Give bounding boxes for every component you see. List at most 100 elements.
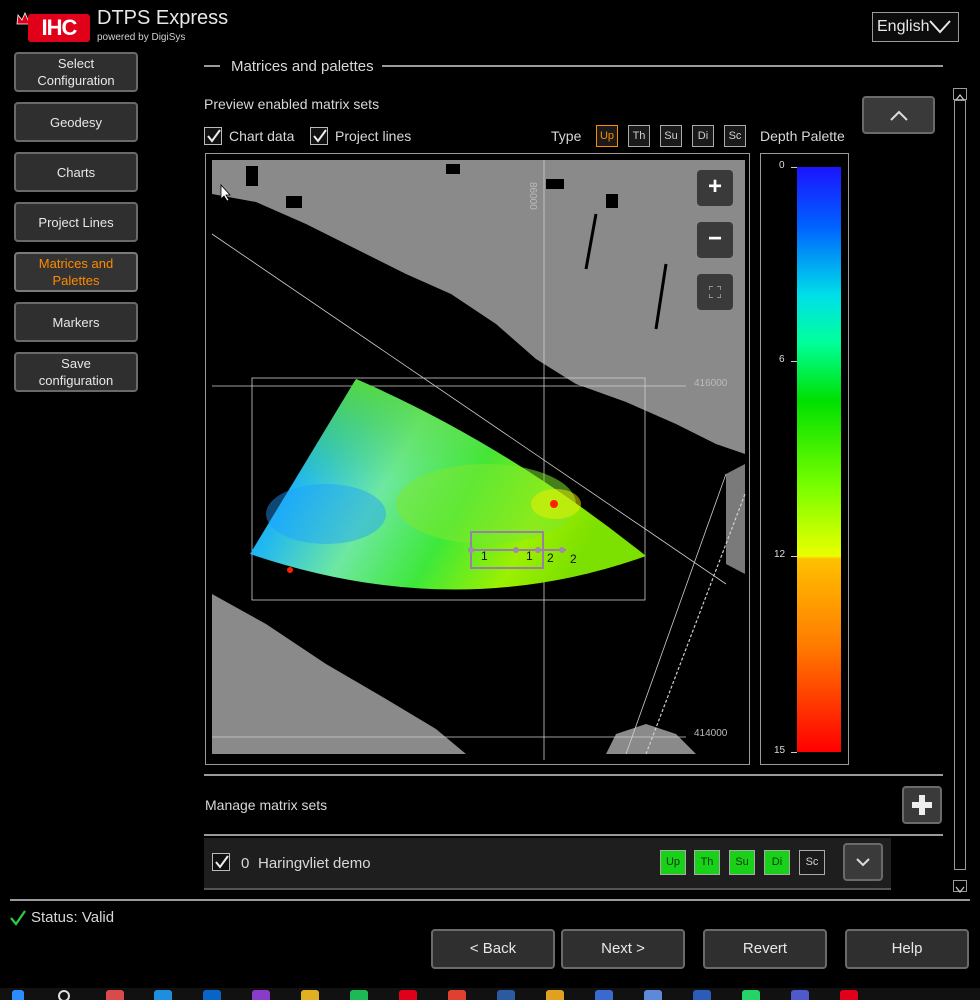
search-icon[interactable] [58,990,70,1000]
grid-label-y-bottom: 414000 [694,728,728,739]
ihc-app-icon[interactable] [840,990,858,1000]
app-icon[interactable] [497,990,515,1000]
zoom-in-button[interactable]: + [697,170,733,206]
sidebar-item-label: Select Configuration [37,56,115,88]
app-title: DTPS Express [97,7,229,29]
grid-label-x: 86000 [527,182,538,210]
chevron-down-icon [929,20,951,34]
next-button[interactable]: Next > [561,929,685,969]
expand-icon [709,286,721,298]
section-rule-left [204,65,220,67]
line-marker: 2 [570,552,577,566]
depth-palette-label: Depth Palette [760,128,845,144]
sidebar-item-project-lines[interactable]: Project Lines [14,202,138,242]
sidebar-item-label: Markers [52,314,100,330]
fit-extent-button[interactable] [697,274,733,310]
scroll-down-arrow[interactable] [953,880,967,893]
sidebar-item-charts[interactable]: Charts [14,152,138,192]
language-value: English [877,18,930,35]
logo-text: IHC [28,14,90,42]
matrix-set-type-su[interactable]: Su [729,850,755,875]
folder-icon[interactable] [301,990,319,1000]
chevron-down-icon [856,858,870,867]
manage-label: Manage matrix sets [205,797,328,813]
matrix-set-index: 0 [241,855,250,872]
visual-studio-icon[interactable] [252,990,270,1000]
map-canvas [211,160,746,760]
type-button-up[interactable]: Up [596,125,618,147]
palette-gradient-bar [797,167,841,752]
matrix-set-type-up[interactable]: Up [660,850,686,875]
matrix-set-type-sc[interactable]: Sc [799,850,825,875]
grid-label-y-top: 416000 [694,378,728,389]
sidebar-item-save-configuration[interactable]: Save configuration [14,352,138,392]
preview-label: Preview enabled matrix sets [204,96,380,112]
palette-tick: 15 [774,745,786,756]
chart-data-label: Chart data [229,128,295,144]
section-rule-right [382,65,943,67]
line-marker: 2 [547,551,554,565]
whatsapp-icon[interactable] [742,990,760,1000]
project-lines-checkbox[interactable] [310,127,328,145]
matrix-set-row[interactable]: 0 Haringvliet demo Up Th Su Di Sc [204,838,891,890]
ihc-logo: IHC [16,12,90,42]
app-icon[interactable] [644,990,662,1000]
palette-tick: 6 [779,354,785,365]
app-icon[interactable] [106,990,124,1000]
status-text: Status: Valid [31,909,115,926]
scroll-up-arrow[interactable] [953,88,967,101]
sidebar-item-select-configuration[interactable]: Select Configuration [14,52,138,92]
type-button-di[interactable]: Di [692,125,714,147]
app-icon[interactable] [546,990,564,1000]
outlook-icon[interactable] [203,990,221,1000]
land-area [606,724,696,754]
matrix-set-type-di[interactable]: Di [764,850,790,875]
app-icon[interactable] [595,990,613,1000]
plus-icon [912,795,932,815]
zoom-out-button[interactable]: − [697,222,733,258]
scroll-thumb[interactable] [954,100,966,870]
add-matrix-set-button[interactable] [902,786,942,824]
windows-start-icon[interactable] [12,990,24,1000]
type-label: Type [551,128,582,144]
chart-data-checkbox[interactable] [204,127,222,145]
teams-icon[interactable] [791,990,809,1000]
map-preview[interactable]: 86000 416000 414000 1 1 2 2 + − [205,153,750,765]
type-button-sc[interactable]: Sc [724,125,746,147]
line-marker: 1 [526,549,533,563]
palette-tick: 12 [774,549,786,560]
sidebar-item-label: Charts [56,164,96,180]
word-icon[interactable] [693,990,711,1000]
matrix-set-checkbox[interactable] [212,853,230,871]
language-select[interactable]: English [872,12,959,42]
collapse-button[interactable] [862,96,935,134]
type-button-su[interactable]: Su [660,125,682,147]
palette-tick: 0 [779,160,785,171]
app-icon[interactable] [154,990,172,1000]
mouse-pointer-icon [220,184,231,202]
type-button-th[interactable]: Th [628,125,650,147]
chevron-up-icon [890,110,908,121]
chrome-icon[interactable] [448,990,466,1000]
back-button[interactable]: < Back [431,929,555,969]
divider [10,899,970,901]
scrollbar[interactable] [953,88,967,894]
spotify-icon[interactable] [350,990,368,1000]
help-button[interactable]: Help [845,929,969,969]
sidebar-item-geodesy[interactable]: Geodesy [14,102,138,142]
checkmark-icon [10,910,26,926]
taskbar [0,988,980,1000]
sidebar-item-label: Project Lines [38,214,114,230]
sidebar-item-markers[interactable]: Markers [14,302,138,342]
ihc-app-icon[interactable] [399,990,417,1000]
app-subtitle: powered by DigiSys [97,32,186,43]
sidebar-item-matrices-and-palettes[interactable]: Matrices and Palettes [14,252,138,292]
land-area [212,594,466,754]
expand-matrix-set-button[interactable] [843,843,883,881]
check-icon [313,129,327,143]
revert-button[interactable]: Revert [703,929,827,969]
divider [204,834,943,836]
sidebar-item-label: Geodesy [49,114,103,130]
matrix-set-type-th[interactable]: Th [694,850,720,875]
triangle-down-icon [955,886,965,893]
